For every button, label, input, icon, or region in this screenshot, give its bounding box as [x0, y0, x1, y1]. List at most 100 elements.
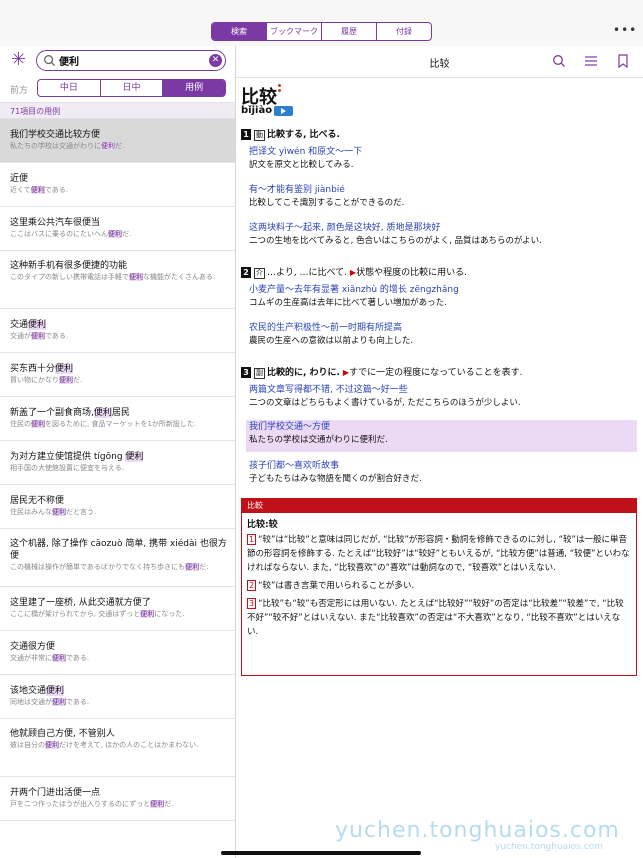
sense-2: 2 介 …より, …に比べて. ▶状態や程度の比較に用いる. — [241, 265, 467, 279]
result-chinese-text: 开两个门进出活便一点 — [10, 788, 101, 798]
result-list: 我们学校交通比较方便 私たちの学校は交通がわりに便利だ. 近便 近くて便利である. 这里… — [0, 119, 235, 821]
result-item[interactable]: 这种新手机有很多便捷的功能 このタイプの新しい携帯電話は手軽で便利な機能がたくさん… — [0, 251, 235, 309]
note-text: “比较”も“较”も否定形には用いない. たとえば“比较好”“较好”の否定は“比较… — [247, 599, 624, 637]
match-highlight: 便利 — [52, 654, 66, 662]
result-item[interactable]: 新盖了一个副食商场,便利居民 住民の便利を図るために, 食品マーケットを1か所新設… — [0, 397, 235, 441]
result-item[interactable]: 我们学校交通比较方便 私たちの学校は交通がわりに便利だ. — [0, 119, 235, 163]
mode-zh-jp[interactable]: 中日 — [38, 80, 101, 96]
result-japanese-text: だ. — [164, 800, 174, 808]
result-item[interactable]: 买东西十分便利 買い物にかなり便利だ. — [0, 353, 235, 397]
more-horizontal-icon[interactable]: ••• — [613, 24, 637, 36]
example[interactable]: 小麦产量〜去年有显著 xiǎnzhù 的增长 zēngzhǎng コムギの生産高は… — [249, 283, 637, 310]
result-japanese-text: である. — [44, 186, 68, 194]
tab-bookmark[interactable]: ブックマーク — [267, 23, 322, 40]
result-japanese-text: だ. — [199, 563, 209, 571]
result-item[interactable]: 这个机器, 除了操作 cāozuò 简单, 携带 xiédài 也很方便 この機械… — [0, 529, 235, 587]
result-chinese: 开两个门进出活便一点 — [10, 787, 229, 799]
top-segmented-control: 検索 ブックマーク 履歴 付録 — [211, 22, 432, 41]
result-japanese-text: 私たちの学校は交通がわりに — [10, 142, 101, 150]
result-japanese-text: 交通が非常に — [10, 654, 52, 662]
result-item[interactable]: 交通很方便交通が非常に便利である. — [0, 631, 235, 675]
note-text: “较”は書き言葉で用いられることが多い. — [258, 581, 415, 591]
result-item[interactable]: 这里乘公共汽车很便当 ここはバスに乗るのにたいへん便利だ. — [0, 207, 235, 251]
note-number: 1 — [247, 534, 257, 545]
result-count: 71項目の用例 — [0, 102, 235, 119]
match-highlight: 便利 — [185, 563, 200, 571]
asterisk-icon[interactable]: ✳ — [11, 51, 26, 69]
result-japanese: 交通が便利である. — [10, 331, 229, 341]
result-japanese-text: である. — [66, 654, 90, 662]
list-icon[interactable] — [584, 54, 598, 68]
result-item[interactable]: 近便 近くて便利である. — [0, 163, 235, 207]
example-jp: 訳文を原文と比較してみる. — [249, 160, 354, 170]
mode-jp-zh[interactable]: 日中 — [101, 80, 164, 96]
result-japanese: ここはバスに乗るのにたいへん便利だ. — [10, 229, 229, 239]
example[interactable]: 两篇文章写得都不错, 不过这篇〜好一些 二つの文章はどちらもよく書けているが, た… — [249, 383, 637, 410]
example[interactable]: 农民的生产积极性〜前一时期有所提高 農民の生産への意欲は以前よりも向上した. — [249, 321, 637, 348]
result-japanese-text: 近くて — [10, 186, 31, 194]
result-japanese: このタイプの新しい携帯電話は手軽で便利な機能がたくさんある. — [10, 272, 229, 282]
result-chinese: 他就顾自己方便, 不管别人 — [10, 728, 229, 740]
search-icon — [44, 55, 56, 67]
example-zh: 孩子们都〜喜欢听故事 — [249, 461, 340, 471]
result-japanese: この機械は操作が簡単であるばかりでなく持ち歩きにも便利だ. — [10, 562, 229, 572]
result-japanese-text: である. — [66, 698, 90, 706]
result-japanese-text: になった. — [154, 610, 185, 618]
result-item[interactable]: 交通便利 交通が便利である. — [0, 309, 235, 353]
tone-mark — [278, 89, 281, 92]
usage-note: 比較 比较:较 1 “较”は“比较”と意味は同じだが, “比较”が形容詞・動詞を修… — [241, 498, 637, 676]
result-item[interactable]: 他就顾自己方便, 不管别人 彼は自分の便利だけを考えて, ほかの人のことはかまわな… — [0, 719, 235, 777]
bookmark-icon[interactable] — [616, 54, 630, 68]
result-japanese: 住民の便利を図るために, 食品マーケットを1か所新設した. — [10, 419, 229, 429]
result-item[interactable]: 该地交通便利 同地は交通が便利である. — [0, 675, 235, 719]
result-chinese: 这里建了一座桥, 从此交通就方便了 — [10, 597, 229, 609]
audio-play-icon[interactable] — [274, 106, 293, 116]
result-japanese: 私たちの学校は交通がわりに便利だ. — [10, 141, 229, 151]
match-highlight: 便利 — [125, 452, 144, 462]
usage-note-item: 3 “比较”も“较”も否定形には用いない. たとえば“比较好”“较好”の否定は“比… — [247, 597, 631, 639]
result-chinese: 这种新手机有很多便捷的功能 — [10, 260, 229, 272]
result-chinese-text: 交通很方便 — [10, 642, 56, 652]
result-chinese-text: 该地交通 — [10, 686, 47, 696]
sense-number: 2 — [241, 267, 251, 278]
example[interactable]: 孩子们都〜喜欢听故事 子どもたちはみな物語を聞くのが割合好きだ. — [249, 459, 637, 486]
result-japanese: 同地は交通が便利である. — [10, 697, 229, 707]
sense-note: 状態や程度の比較に用いる. — [356, 268, 467, 278]
usage-note-item: 1 “较”は“比较”と意味は同じだが, “比较”が形容詞・動詞を修飾できるのに対し… — [247, 533, 631, 575]
result-japanese-text: である. — [45, 332, 69, 340]
result-japanese-text: 交通が — [10, 332, 31, 340]
example[interactable]: 这两块料子〜起来, 颜色是这块好, 质地是那块好 二つの生地を比べてみると, 色合… — [249, 221, 637, 248]
result-item[interactable]: 开两个门进出活便一点 戸を二つ作ったほうが出入りするのにずっと便利だ. — [0, 777, 235, 821]
example[interactable]: 把译文 yìwén 和原文〜一下 訳文を原文と比較してみる. — [249, 145, 637, 172]
result-chinese-text: 居民无不称便 — [10, 496, 65, 506]
detail-header: 比较 — [236, 46, 643, 78]
tab-search[interactable]: 検索 — [212, 23, 267, 40]
result-chinese: 这里乘公共汽车很便当 — [10, 217, 229, 229]
result-chinese-text: 近便 — [10, 174, 29, 184]
result-chinese-text: 这里建了一座桥, 从此交通就方便了 — [10, 598, 151, 608]
search-input[interactable] — [59, 53, 199, 68]
tab-appendix[interactable]: 付録 — [377, 23, 431, 40]
match-highlight: 便利 — [101, 142, 115, 150]
usage-note-item: 2 “较”は書き言葉で用いられることが多い. — [247, 579, 631, 593]
result-item[interactable]: 居民无不称便 住民はみんな便利だと言う. — [0, 485, 235, 529]
tab-history[interactable]: 履歴 — [322, 23, 377, 40]
result-japanese-text: この機械は操作が簡単であるばかりでなく持ち歩きにも — [10, 563, 186, 571]
result-item[interactable]: 这里建了一座桥, 从此交通就方便了 ここに橋が架けられてから, 交通はずっと便利に… — [0, 587, 235, 631]
result-japanese: 相手国の大使館設置に便宜を与える. — [10, 463, 229, 473]
result-chinese: 我们学校交通比较方便 — [10, 129, 229, 141]
result-japanese-text: だ. — [122, 230, 132, 238]
example-zh: 这两块料子〜起来, 颜色是这块好, 质地是那块好 — [249, 223, 441, 233]
result-japanese: 近くて便利である. — [10, 185, 229, 195]
highlighted-example[interactable]: 我们学校交通〜方便 私たちの学校は交通がわりに便利だ. — [246, 420, 637, 452]
result-chinese-text: 这个机器, 除了操作 cāozuò 简单, 携带 xiédài 也很方便 — [10, 539, 227, 561]
result-chinese-text: 居民 — [111, 408, 130, 418]
result-item[interactable]: 为对方建立使馆提供 tígōng 便利 相手国の大使館設置に便宜を与える. — [0, 441, 235, 485]
example[interactable]: 有〜才能有鉴别 jiànbié 比較してこそ識別することができるのだ. — [249, 183, 637, 210]
clear-icon[interactable]: ✕ — [209, 54, 222, 67]
mode-examples[interactable]: 用例 — [163, 80, 225, 96]
prefix-mode-label[interactable]: 前方 — [10, 83, 28, 96]
search-icon[interactable] — [552, 54, 566, 68]
result-japanese: 戸を二つ作ったほうが出入りするのにずっと便利だ. — [10, 799, 229, 809]
example-jp: 二つの文章はどちらもよく書けているが, ただこちらのほうが少しよい. — [249, 398, 521, 408]
